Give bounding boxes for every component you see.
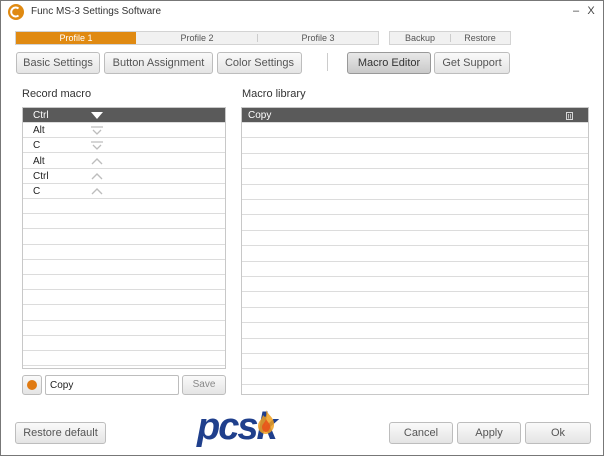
delete-icon[interactable] <box>565 111 575 121</box>
button-assignment-button[interactable]: Button Assignment <box>104 52 213 74</box>
get-support-button[interactable]: Get Support <box>434 52 510 74</box>
app-window: Func MS-3 Settings Software – X Profile … <box>0 0 604 456</box>
flame-icon <box>258 410 275 434</box>
title-bar: Func MS-3 Settings Software – X <box>1 1 603 23</box>
library-row[interactable] <box>242 324 588 339</box>
record-dot-icon <box>27 380 37 390</box>
apply-button[interactable]: Apply <box>457 422 521 444</box>
record-row-key: Alt <box>33 155 45 167</box>
library-row[interactable] <box>242 170 588 185</box>
library-row[interactable] <box>242 216 588 231</box>
record-row[interactable] <box>23 321 225 336</box>
key-down-icon <box>91 141 103 151</box>
key-up-icon <box>91 188 103 195</box>
library-row[interactable] <box>242 200 588 216</box>
library-row[interactable] <box>242 385 588 394</box>
record-button[interactable] <box>22 375 42 395</box>
library-row[interactable] <box>242 308 588 324</box>
library-row[interactable] <box>242 185 588 200</box>
window-title: Func MS-3 Settings Software <box>31 6 162 17</box>
record-row[interactable]: C <box>23 184 225 199</box>
library-row[interactable] <box>242 231 588 247</box>
library-row[interactable] <box>242 247 588 262</box>
record-row-key: Ctrl <box>33 110 49 121</box>
record-row[interactable]: C <box>23 138 225 154</box>
macro-name-input[interactable] <box>45 375 179 395</box>
key-down-icon <box>91 126 103 136</box>
library-row[interactable] <box>242 293 588 308</box>
library-row[interactable] <box>242 339 588 354</box>
macro-library-label: Macro library <box>242 88 306 100</box>
library-row[interactable] <box>242 154 588 170</box>
library-row[interactable] <box>242 139 588 154</box>
library-row[interactable] <box>242 277 588 293</box>
library-row-name: Copy <box>248 110 272 121</box>
record-row[interactable] <box>23 214 225 230</box>
key-down-icon <box>91 112 103 119</box>
basic-settings-button[interactable]: Basic Settings <box>16 52 100 74</box>
pcsk-logo: pcsk <box>197 405 301 449</box>
record-row[interactable] <box>23 306 225 321</box>
record-macro-list[interactable]: Ctrl Alt C Alt Ctrl C <box>22 107 226 369</box>
record-row-key: C <box>33 140 41 152</box>
record-row[interactable]: Ctrl <box>23 108 225 123</box>
record-row[interactable] <box>23 230 225 245</box>
app-logo-icon <box>8 4 24 20</box>
restore-default-button[interactable]: Restore default <box>15 422 106 444</box>
record-row[interactable] <box>23 260 225 275</box>
record-row[interactable] <box>23 290 225 306</box>
nav-divider <box>327 53 328 71</box>
record-row[interactable] <box>23 245 225 260</box>
key-up-icon <box>91 172 103 180</box>
record-row-key: Ctrl <box>33 170 49 182</box>
library-row[interactable]: Copy <box>242 108 588 123</box>
ok-button[interactable]: Ok <box>525 422 591 444</box>
record-row-key: Alt <box>33 125 45 137</box>
record-row[interactable] <box>23 199 225 215</box>
macro-editor-button[interactable]: Macro Editor <box>347 52 431 74</box>
save-button[interactable]: Save <box>182 375 226 395</box>
record-row[interactable]: Alt <box>23 154 225 169</box>
key-up-icon <box>91 157 103 165</box>
library-row[interactable] <box>242 354 588 370</box>
profile-tabs: Profile 1 Profile 2 Profile 3 <box>15 31 379 45</box>
record-row[interactable] <box>23 351 225 367</box>
record-row[interactable]: Alt <box>23 123 225 139</box>
record-macro-label: Record macro <box>22 88 92 100</box>
library-row[interactable] <box>242 123 588 139</box>
record-row[interactable]: Ctrl <box>23 169 225 184</box>
library-row[interactable] <box>242 370 588 385</box>
library-row[interactable] <box>242 262 588 277</box>
close-button[interactable]: X <box>584 4 598 18</box>
record-row[interactable] <box>23 275 225 291</box>
backup-restore-bar: Backup Restore <box>389 31 511 45</box>
restore-button[interactable]: Restore <box>450 32 510 44</box>
macro-library-list[interactable]: Copy <box>241 107 589 395</box>
record-row[interactable] <box>23 336 225 351</box>
record-row-key: C <box>33 186 41 197</box>
minimize-button[interactable]: – <box>569 4 583 18</box>
tab-profile-2[interactable]: Profile 2 <box>137 32 257 44</box>
color-settings-button[interactable]: Color Settings <box>217 52 302 74</box>
cancel-button[interactable]: Cancel <box>389 422 453 444</box>
tab-profile-1[interactable]: Profile 1 <box>16 32 136 44</box>
backup-button[interactable]: Backup <box>390 32 450 44</box>
tab-profile-3[interactable]: Profile 3 <box>258 32 378 44</box>
